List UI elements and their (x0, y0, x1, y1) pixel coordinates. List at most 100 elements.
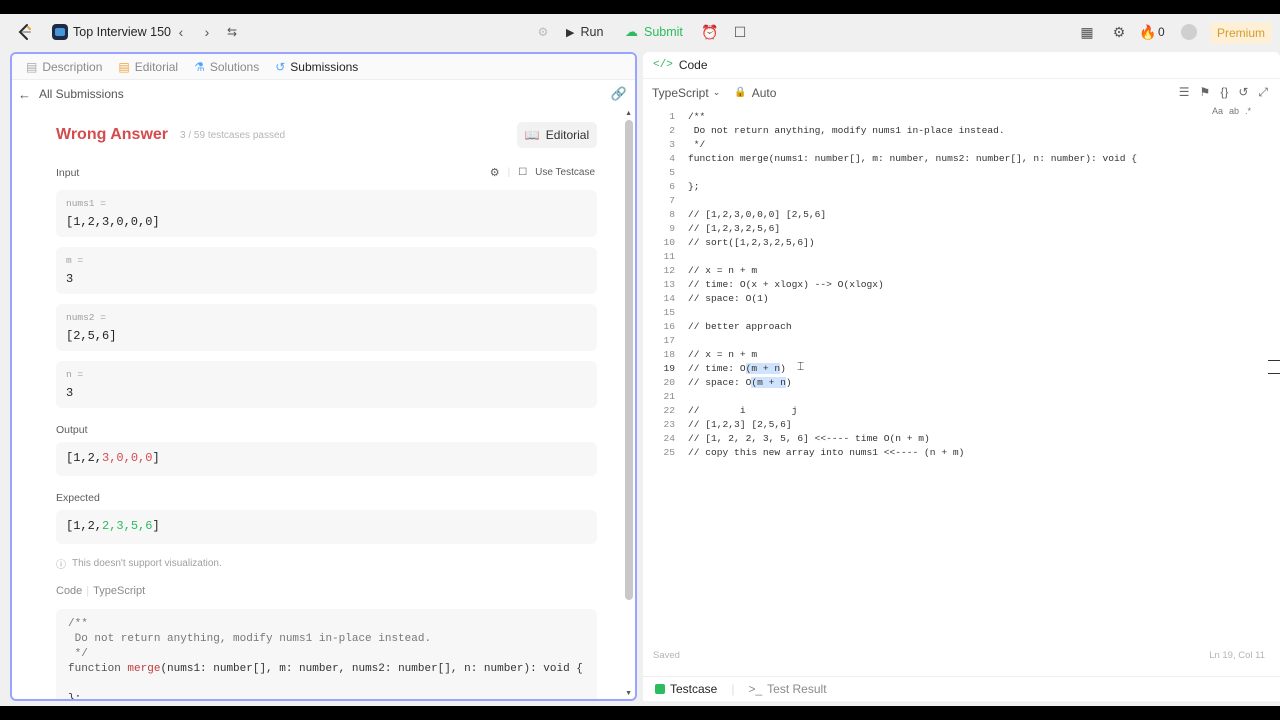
run-label: Run (580, 25, 604, 39)
tab-description[interactable]: ▤ Description (20, 54, 108, 80)
code-editor-panel: </> Code TypeScript ⌄ 🔒 Auto ☰ ⚑ {} ↺ ⤢ … (643, 52, 1280, 682)
editor-line[interactable]: 2 Do not return anything, modify nums1 i… (643, 124, 1263, 138)
editor-line[interactable]: 3 */ (643, 138, 1263, 152)
expected-value: [1,2,2,3,5,6] (56, 510, 597, 544)
result-header: Wrong Answer 3 / 59 testcases passed 📖 E… (56, 108, 597, 162)
prev-problem-chevron-left-icon[interactable]: ‹ (172, 23, 190, 41)
terminal-prompt-icon: >_ (748, 682, 763, 696)
editor-line[interactable]: 1 /** (643, 110, 1263, 124)
line-content: // x = n + m (688, 265, 758, 276)
premium-button[interactable]: Premium (1210, 22, 1272, 44)
editor-line[interactable]: 10 // sort([1,2,3,2,5,6]) (643, 236, 1263, 250)
line-number: 1 (669, 111, 675, 122)
bookmark-icon[interactable]: ⚑ (1200, 85, 1211, 100)
param-name: nums2 = (66, 312, 106, 323)
all-submissions-link[interactable]: ← All Submissions 🔗 (12, 80, 635, 108)
format-lines-icon[interactable]: ☰ (1179, 85, 1190, 100)
editor-line[interactable]: 7 (643, 194, 1263, 208)
shuffle-icon[interactable]: ⇆ (223, 23, 241, 41)
debug-bug-icon[interactable]: ⚙ (490, 166, 500, 179)
user-avatar[interactable] (1181, 24, 1197, 40)
editor-line[interactable]: 5 (643, 166, 1263, 180)
editor-line[interactable]: 20 // space: O(m + n) (643, 376, 1263, 390)
line-number: 25 (663, 447, 675, 458)
editor-line[interactable]: 14 // space: O(1) (643, 292, 1263, 306)
line-content: // i j (688, 405, 798, 416)
code-editor[interactable]: 1 /** 2 Do not return anything, modify num… (643, 110, 1263, 460)
alarm-clock-icon[interactable]: ⏰ (701, 23, 719, 41)
tab-editorial[interactable]: ▤ Editorial (112, 54, 184, 80)
line-number: 5 (669, 167, 675, 178)
problem-list-title[interactable]: Top Interview 150 (73, 25, 171, 39)
editor-line[interactable]: 22 // i j (643, 404, 1263, 418)
tab-solutions[interactable]: ⚗ Solutions (188, 54, 265, 80)
left-scrollbar[interactable] (625, 120, 633, 600)
editor-line[interactable]: 19 // time: O(m + n) (643, 362, 1263, 376)
editor-line[interactable]: 11 (643, 250, 1263, 264)
streak-fire-icon[interactable]: 🔥 (1139, 23, 1157, 41)
language-value: TypeScript (652, 85, 709, 100)
editor-line[interactable]: 21 (643, 390, 1263, 404)
editor-line[interactable]: 15 (643, 306, 1263, 320)
layout-grid-icon[interactable]: ▦ (1078, 23, 1096, 41)
notes-icon[interactable]: ☐ (731, 23, 749, 41)
expected-label: Expected (56, 492, 100, 504)
line-content (675, 166, 688, 180)
editor-line[interactable]: 6}; (643, 180, 1263, 194)
tab-test-result-label: Test Result (767, 682, 827, 696)
scroll-up-arrow-icon[interactable]: ▲ (625, 110, 632, 117)
line-content: // sort([1,2,3,2,5,6]) (688, 237, 815, 248)
reset-undo-icon[interactable]: ↺ (1238, 85, 1248, 100)
auto-mode[interactable]: 🔒 Auto (734, 86, 776, 100)
editor-line[interactable]: 17 (643, 334, 1263, 348)
editor-line[interactable]: 4 function merge(nums1: number[], m: numb… (643, 152, 1263, 166)
arrow-left-icon: ← (18, 86, 31, 102)
output-label: Output (56, 424, 88, 436)
editor-line[interactable]: 8 // [1,2,3,0,0,0] [2,5,6] (643, 208, 1263, 222)
language-select[interactable]: TypeScript ⌄ (652, 86, 720, 100)
editor-line[interactable]: 12 // x = n + m (643, 264, 1263, 278)
tab-test-result[interactable]: >_ Test Result (748, 682, 826, 696)
editor-line[interactable]: 24 // [1, 2, 2, 3, 5, 6] <<---- time O(n … (643, 432, 1263, 446)
editor-line[interactable]: 25 // copy this new array into nums1 <<--… (643, 446, 1263, 460)
braces-icon[interactable]: {} (1220, 85, 1228, 100)
editor-line[interactable]: 13 // time: O(x + xlogx) --> O(xlogx) (643, 278, 1263, 292)
line-number: 19 (663, 363, 675, 374)
next-problem-chevron-right-icon[interactable]: › (198, 23, 216, 41)
editor-line[interactable]: 18 // x = n + m (643, 348, 1263, 362)
editor-line[interactable]: 16 // better approach (643, 320, 1263, 334)
code-language: TypeScript (93, 585, 146, 597)
study-plan-badge-icon[interactable] (52, 24, 68, 40)
editor-line[interactable]: 23 // [1,2,3] [2,5,6] (643, 418, 1263, 432)
editor-line[interactable]: 9 // [1,2,3,2,5,6] (643, 222, 1263, 236)
run-button[interactable]: ▶ Run (566, 20, 603, 44)
settings-gear-icon[interactable]: ⚙ (1110, 23, 1128, 41)
description-doc-icon: ▤ (26, 59, 38, 74)
expected-value-end: ] (152, 519, 160, 533)
scroll-down-arrow-icon[interactable]: ▼ (625, 690, 632, 697)
chevron-down-icon: ⌄ (712, 87, 721, 97)
info-circle-icon: ⓘ (56, 560, 66, 571)
debug-bug-icon[interactable]: ⚙ (534, 23, 552, 41)
param-m: m = 3 (56, 247, 597, 294)
submissions-history-icon: ↺ (275, 59, 286, 74)
line-number: 12 (663, 265, 675, 276)
code-tab-label[interactable]: Code (679, 58, 708, 72)
leetcode-logo-icon[interactable] (16, 23, 34, 41)
fullscreen-icon[interactable]: ⤢ (1258, 85, 1268, 100)
submit-button[interactable]: ☁ Submit (625, 20, 683, 44)
tab-testcase[interactable]: Testcase (655, 682, 717, 696)
line-number: 16 (663, 321, 675, 332)
line-content (675, 194, 688, 208)
param-nums2: nums2 = [2,5,6] (56, 304, 597, 351)
code-line: */ (68, 648, 88, 660)
tab-submissions[interactable]: ↺ Submissions (269, 54, 364, 80)
share-link-icon[interactable]: 🔗 (611, 86, 627, 102)
test-panel-tabs: Testcase | >_ Test Result (643, 676, 1280, 701)
code-signature: (nums1: number[], m: number, nums2: numb… (160, 663, 583, 675)
line-content: */ (688, 139, 706, 150)
submitted-code[interactable]: /** Do not return anything, modify nums1… (56, 609, 597, 699)
checkbox-square-icon (655, 684, 665, 694)
editorial-button[interactable]: 📖 Editorial (517, 122, 597, 148)
use-testcase-button[interactable]: Use Testcase (535, 167, 595, 178)
